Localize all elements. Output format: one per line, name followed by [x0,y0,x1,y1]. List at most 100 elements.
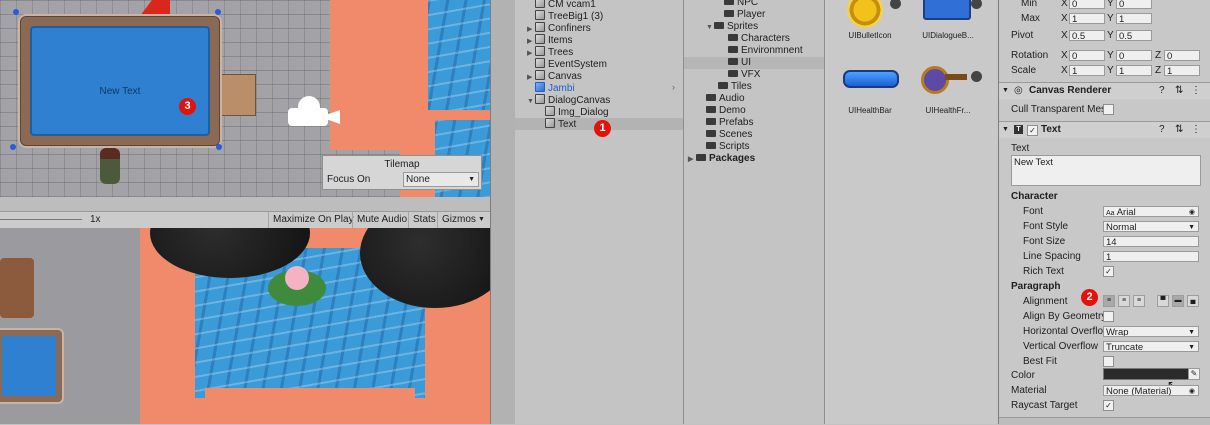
horizontal-overflow-dropdown[interactable]: Wrap ▼ [1103,326,1199,337]
folder-player[interactable]: Player [724,9,765,21]
dialog-text[interactable]: New Text [32,86,208,97]
settings-icon[interactable]: ⇅ [1175,122,1183,138]
hierarchy-item-canvas[interactable]: ▶ Canvas [527,70,582,82]
camera-gizmo-icon[interactable] [288,96,342,130]
hierarchy-item-img-dialog[interactable]: Img_Dialog [537,106,609,118]
align-bottom-icon[interactable]: ▄ [1187,295,1199,307]
rect-handle-top-right[interactable] [215,9,221,15]
chevron-down-icon[interactable]: ▼ [1002,83,1009,99]
font-size-field[interactable]: 14 [1103,236,1199,247]
align-by-geometry-checkbox[interactable] [1103,311,1114,322]
folder-vfx[interactable]: VFX [728,69,760,81]
chevron-down-icon[interactable]: ▼ [527,96,535,108]
maximize-on-play-button[interactable]: Maximize On Play [268,212,358,228]
folder-demo[interactable]: Demo [706,105,746,117]
play-icon[interactable] [971,71,982,82]
hierarchy-item-confiners[interactable]: ▶ Confiners [527,22,591,34]
font-field[interactable]: Aa Arial ◉ [1103,206,1199,217]
inspector-panel: Min X 0 Y 0 Max X 1 Y 1 Pivot X 0.5 Y 0.… [998,0,1210,425]
folder-packages[interactable]: ▶ Packages [688,153,755,165]
asset-uidialogueb[interactable]: UIDialogueB... [913,0,983,42]
help-icon[interactable]: ? [1159,122,1165,138]
asset-uihealthfr[interactable]: UIHealthFr... [913,64,983,115]
align-middle-icon[interactable]: ▬ [1172,295,1184,307]
material-field[interactable]: None (Material) ◉ [1103,385,1199,396]
rotation-z-field[interactable]: 0 [1164,50,1200,61]
help-icon[interactable]: ? [1159,83,1165,99]
hierarchy-item-eventsystem[interactable]: EventSystem [527,58,607,70]
folder-ui[interactable]: UI [684,57,824,69]
cull-transparent-checkbox[interactable] [1103,104,1114,115]
settings-icon[interactable]: ⇅ [1175,83,1183,99]
hierarchy-item-trees[interactable]: ▶ Trees [527,46,573,58]
text-component-header[interactable]: ▼ T ✓ Text ? ⇅ ⋮ [999,121,1210,138]
rect-handle-top-left[interactable] [13,9,19,15]
more-icon[interactable]: ⋮ [1191,83,1201,99]
play-icon[interactable] [890,0,901,9]
chevron-down-icon[interactable]: ▼ [706,22,714,34]
align-left-icon[interactable]: ≡ [1103,295,1115,307]
folder-scenes[interactable]: Scenes [706,129,752,141]
min-y-field[interactable]: 0 [1116,0,1152,9]
chevron-right-icon[interactable]: ▶ [688,154,696,166]
gameobject-icon [535,94,545,104]
hierarchy-item-items[interactable]: ▶ Items [527,34,572,46]
object-picker-icon[interactable]: ◉ [1189,386,1195,395]
chevron-down-icon[interactable]: ▼ [478,212,485,228]
scale-y-field[interactable]: 1 [1116,65,1152,76]
folder-scripts[interactable]: Scripts [706,141,750,153]
align-right-icon[interactable]: ≡ [1133,295,1145,307]
rotation-x-field[interactable]: 0 [1069,50,1105,61]
hierarchy-item-dialogcanvas[interactable]: ▼ DialogCanvas [527,94,610,106]
folder-sprites[interactable]: ▼ Sprites [706,21,758,33]
vertical-overflow-dropdown[interactable]: Truncate ▼ [1103,341,1199,352]
rect-handle-bottom-left[interactable] [10,144,16,150]
game-sand-inner [205,388,415,424]
folder-prefabs[interactable]: Prefabs [706,117,753,129]
mute-audio-button[interactable]: Mute Audio [352,212,411,228]
hierarchy-item-jambi[interactable]: Jambi [527,82,575,94]
pivot-x-field[interactable]: 0.5 [1069,30,1105,41]
canvas-renderer-header[interactable]: ▼ ◎ Canvas Renderer ? ⇅ ⋮ [999,82,1210,99]
rect-handle-bottom-right[interactable] [216,144,222,150]
font-style-dropdown[interactable]: Normal ▼ [1103,221,1199,232]
folder-audio[interactable]: Audio [706,93,745,105]
min-x-field[interactable]: 0 [1069,0,1105,9]
scale-z-field[interactable]: 1 [1164,65,1200,76]
hierarchy-item-cm-vcam1[interactable]: CM vcam1 [527,0,596,10]
asset-uibulleticon[interactable]: UIBulletIcon [835,0,905,42]
chevron-right-icon[interactable]: › [672,82,675,92]
folder-icon [696,154,706,161]
more-icon[interactable]: ⋮ [1191,122,1201,138]
gizmos-button[interactable]: Gizmos [437,212,480,228]
pivot-y-field[interactable]: 0.5 [1116,30,1152,41]
align-top-icon[interactable]: ▀ [1157,295,1169,307]
game-view[interactable] [0,228,490,424]
line-spacing-field[interactable]: 1 [1103,251,1199,262]
rich-text-checkbox[interactable]: ✓ [1103,266,1114,277]
play-icon[interactable] [971,0,982,9]
hierarchy-item-treebig1[interactable]: TreeBig1 (3) [527,10,603,22]
stats-button[interactable]: Stats [408,212,440,228]
text-enabled-checkbox[interactable]: ✓ [1027,125,1038,136]
folder-environmnent[interactable]: Environmnent [728,45,803,57]
object-picker-icon[interactable]: ◉ [1189,207,1195,216]
best-fit-checkbox[interactable] [1103,356,1114,367]
focus-on-select[interactable]: None ▼ [403,172,479,187]
folder-tiles[interactable]: Tiles [718,81,752,93]
folder-characters[interactable]: Characters [728,33,790,45]
asset-uihealthbar[interactable]: UIHealthBar [835,64,905,115]
scale-x-field[interactable]: 1 [1069,65,1105,76]
folder-npc[interactable]: NPC [724,0,758,9]
raycast-target-checkbox[interactable]: ✓ [1103,400,1114,411]
chevron-down-icon[interactable]: ▼ [1002,122,1009,138]
dialog-image[interactable]: New Text [18,14,222,148]
align-center-icon[interactable]: ≡ [1118,295,1130,307]
text-content-area[interactable]: New Text [1011,155,1201,186]
rotation-y-field[interactable]: 0 [1116,50,1152,61]
max-y-field[interactable]: 1 [1116,13,1152,24]
scene-view[interactable]: New Text 3 Tilemap Focus On None ▼ [0,0,490,197]
eyedropper-icon[interactable]: ✎ [1188,368,1200,380]
scale-slider[interactable] [0,219,82,220]
max-x-field[interactable]: 1 [1069,13,1105,24]
